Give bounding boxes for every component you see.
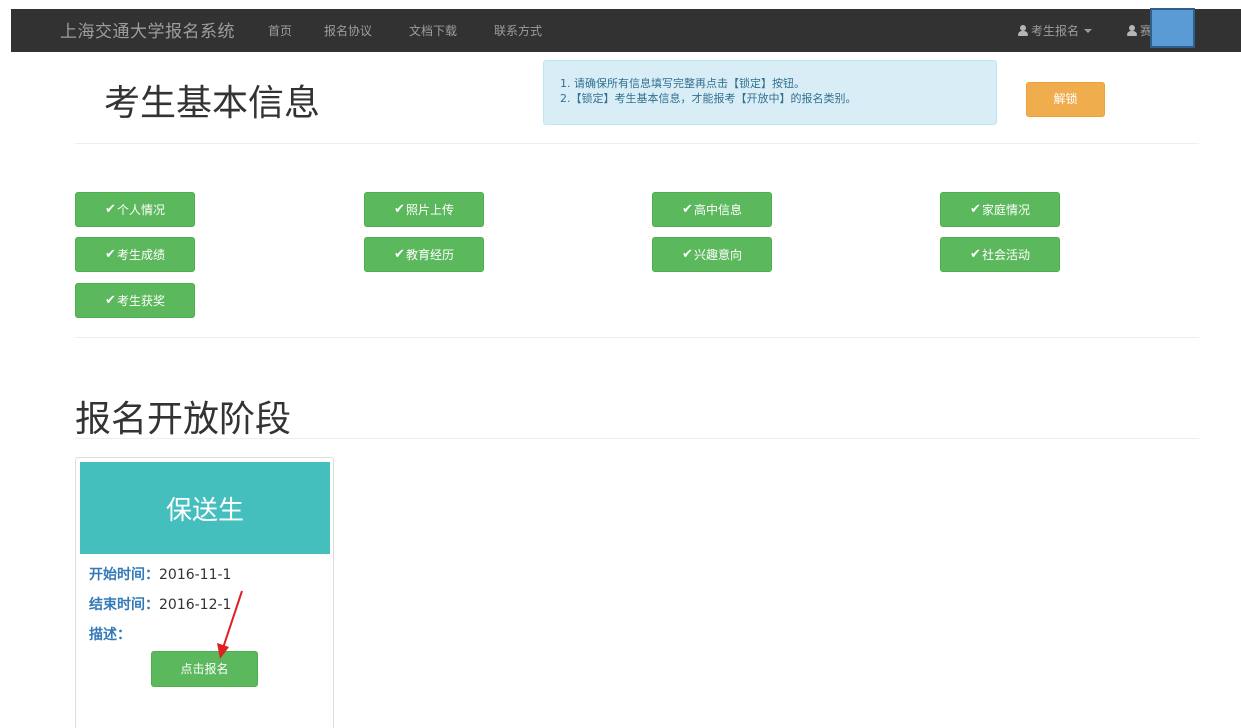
section-button-personal[interactable]: ✔ 个人情况 [75, 192, 195, 227]
start-time-value: 2016-11-1 [159, 567, 232, 583]
check-icon: ✔ [105, 293, 116, 308]
nav-link-downloads[interactable]: 文档下载 [409, 22, 457, 39]
alert-line-2: 2.【锁定】考生基本信息，才能报考【开放中】的报名类别。 [560, 92, 857, 105]
section-label: 考生成绩 [116, 248, 165, 262]
end-time-row: 结束时间：2016-12-1 [89, 594, 231, 614]
check-icon: ✔ [394, 247, 405, 262]
check-icon: ✔ [105, 247, 116, 262]
section-label: 兴趣意向 [693, 248, 742, 262]
section-label: 家庭情况 [981, 203, 1030, 217]
nav-link-agreement[interactable]: 报名协议 [324, 22, 372, 39]
card-title: 保送生 [80, 462, 330, 554]
unlock-button[interactable]: 解锁 [1026, 82, 1105, 117]
end-time-label: 结束时间： [89, 597, 159, 613]
user-menu-label: 考生报名 [1031, 24, 1080, 38]
user-icon [1018, 25, 1028, 36]
section-label: 个人情况 [116, 203, 165, 217]
user-account-link[interactable]: 赛 [1127, 22, 1152, 39]
nav-link-home[interactable]: 首页 [268, 22, 292, 39]
section-button-family[interactable]: ✔ 家庭情况 [940, 192, 1060, 227]
caret-down-icon [1084, 28, 1093, 33]
open-stage-heading: 报名开放阶段 [75, 399, 292, 440]
section-button-education[interactable]: ✔ 教育经历 [364, 237, 484, 272]
description-row: 描述： [89, 624, 131, 644]
divider [75, 438, 1199, 439]
check-icon: ✔ [682, 202, 693, 217]
top-navbar: 上海交通大学报名系统 首页 报名协议 文档下载 联系方式 考生报名 赛 [11, 9, 1241, 52]
divider [75, 337, 1199, 338]
user-menu-dropdown[interactable]: 考生报名 [1018, 22, 1093, 39]
registration-card: 保送生 开始时间：2016-11-1 结束时间：2016-12-1 描述： 点击… [75, 457, 334, 728]
redaction-overlay [1150, 8, 1195, 48]
section-button-photo-upload[interactable]: ✔ 照片上传 [364, 192, 484, 227]
description-label: 描述： [89, 627, 131, 643]
info-alert: 1. 请确保所有信息填写完整再点击【锁定】按钮。 2.【锁定】考生基本信息，才能… [543, 60, 997, 125]
nav-link-contact[interactable]: 联系方式 [494, 22, 542, 39]
section-button-interests[interactable]: ✔ 兴趣意向 [652, 237, 772, 272]
check-icon: ✔ [394, 202, 405, 217]
section-label: 照片上传 [405, 203, 454, 217]
divider [75, 143, 1199, 144]
user-icon [1127, 25, 1137, 36]
check-icon: ✔ [105, 202, 116, 217]
start-time-label: 开始时间： [89, 567, 159, 583]
section-button-high-school[interactable]: ✔ 高中信息 [652, 192, 772, 227]
section-button-social-activities[interactable]: ✔ 社会活动 [940, 237, 1060, 272]
section-button-scores[interactable]: ✔ 考生成绩 [75, 237, 195, 272]
start-time-row: 开始时间：2016-11-1 [89, 564, 231, 584]
end-time-value: 2016-12-1 [159, 597, 232, 613]
signup-button[interactable]: 点击报名 [151, 651, 258, 687]
check-icon: ✔ [970, 247, 981, 262]
section-button-awards[interactable]: ✔ 考生获奖 [75, 283, 195, 318]
section-label: 考生获奖 [116, 294, 165, 308]
check-icon: ✔ [970, 202, 981, 217]
page-title: 考生基本信息 [104, 83, 321, 124]
brand-title[interactable]: 上海交通大学报名系统 [60, 17, 235, 42]
check-icon: ✔ [682, 247, 693, 262]
section-label: 社会活动 [981, 248, 1030, 262]
alert-line-1: 1. 请确保所有信息填写完整再点击【锁定】按钮。 [560, 77, 805, 90]
section-label: 高中信息 [693, 203, 742, 217]
section-label: 教育经历 [405, 248, 454, 262]
